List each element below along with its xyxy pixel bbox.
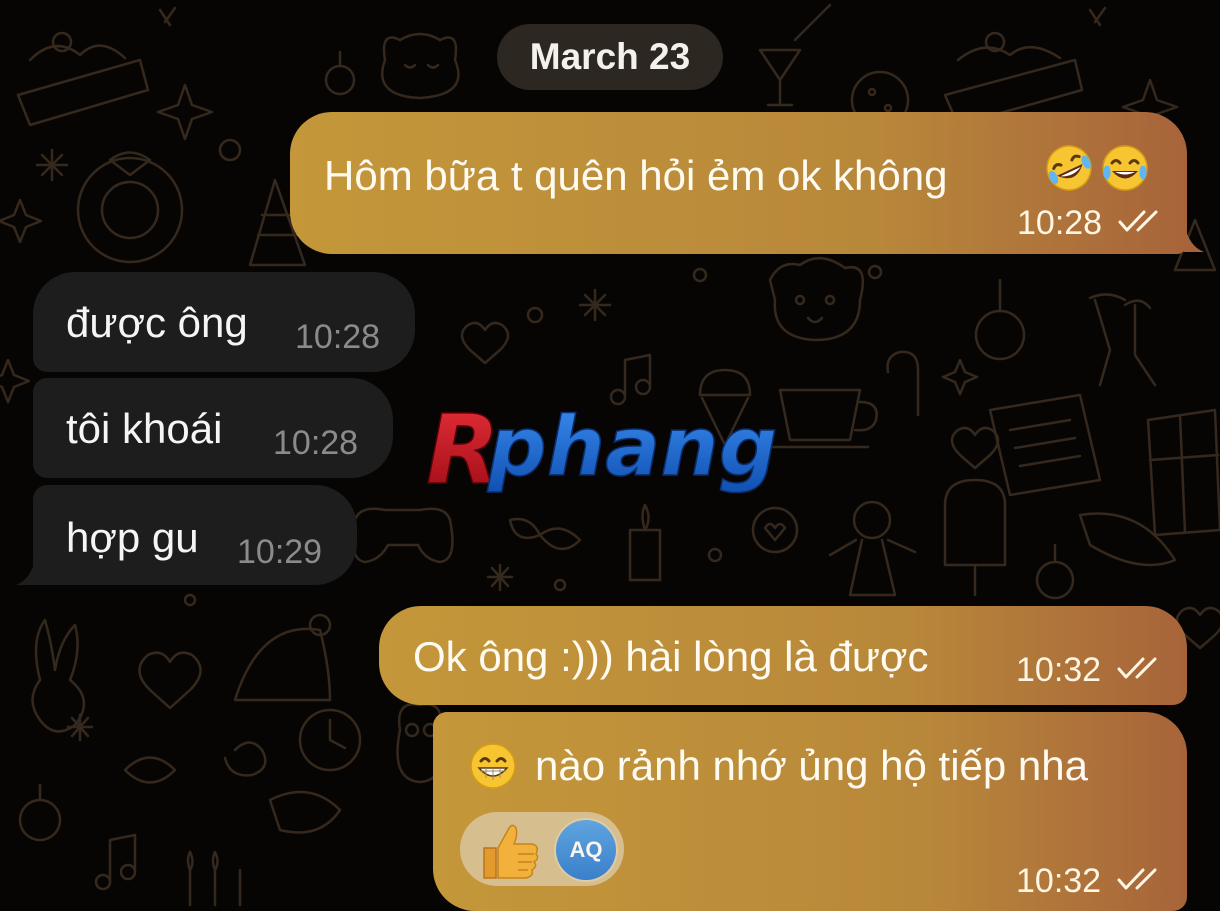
thumbs-up-icon bbox=[483, 824, 539, 879]
message-text: Ok ông :))) hài lòng là được bbox=[413, 633, 929, 680]
message-text: được ông bbox=[66, 299, 248, 346]
message-text: nào rảnh nhớ ủng hộ tiếp nha bbox=[535, 742, 1088, 789]
outgoing-message[interactable]: nào rảnh nhớ ủng hộ tiếp nha AQ 10:32 bbox=[433, 712, 1187, 911]
tears-of-joy-emoji-icon bbox=[1102, 145, 1149, 191]
incoming-message[interactable]: tôi khoái 10:28 bbox=[33, 378, 393, 478]
date-separator: March 23 bbox=[497, 24, 723, 90]
avatar[interactable]: AQ bbox=[556, 820, 616, 880]
message-text: tôi khoái bbox=[66, 405, 223, 452]
message-time: 10:28 bbox=[1017, 204, 1103, 242]
message-time: 10:28 bbox=[295, 318, 381, 356]
message-time: 10:32 bbox=[1016, 862, 1102, 900]
incoming-message[interactable]: hợp gu 10:29 bbox=[33, 485, 357, 585]
message-time: 10:32 bbox=[1016, 651, 1102, 689]
double-check-icon bbox=[1118, 210, 1158, 232]
watermark-rest: phang bbox=[487, 405, 777, 495]
double-check-icon bbox=[1117, 657, 1157, 679]
watermark-logo: R phang bbox=[425, 393, 798, 507]
rolling-laughing-emoji-icon bbox=[1046, 145, 1092, 191]
emoji-group bbox=[1043, 142, 1151, 194]
message-time: 10:29 bbox=[237, 533, 323, 571]
bubble-tail bbox=[16, 555, 36, 585]
message-time: 10:28 bbox=[273, 424, 359, 462]
outgoing-message[interactable]: Hôm bữa t quên hỏi ẻm ok không 10:28 bbox=[290, 112, 1187, 254]
avatar-initials: AQ bbox=[569, 837, 603, 862]
reaction-chip[interactable]: AQ bbox=[460, 812, 624, 886]
date-label: March 23 bbox=[529, 36, 691, 77]
message-text: Hôm bữa t quên hỏi ẻm ok không bbox=[324, 152, 948, 199]
message-text: hợp gu bbox=[66, 514, 199, 561]
grinning-emoji-icon bbox=[470, 743, 516, 789]
incoming-message[interactable]: được ông 10:28 bbox=[33, 272, 415, 372]
bubble-tail bbox=[1184, 222, 1204, 252]
chat-area[interactable]: March 23 Hôm bữa t quên hỏi ẻm ok không bbox=[0, 0, 1220, 911]
double-check-icon bbox=[1117, 868, 1157, 890]
outgoing-message[interactable]: Ok ông :))) hài lòng là được 10:32 bbox=[379, 606, 1187, 705]
